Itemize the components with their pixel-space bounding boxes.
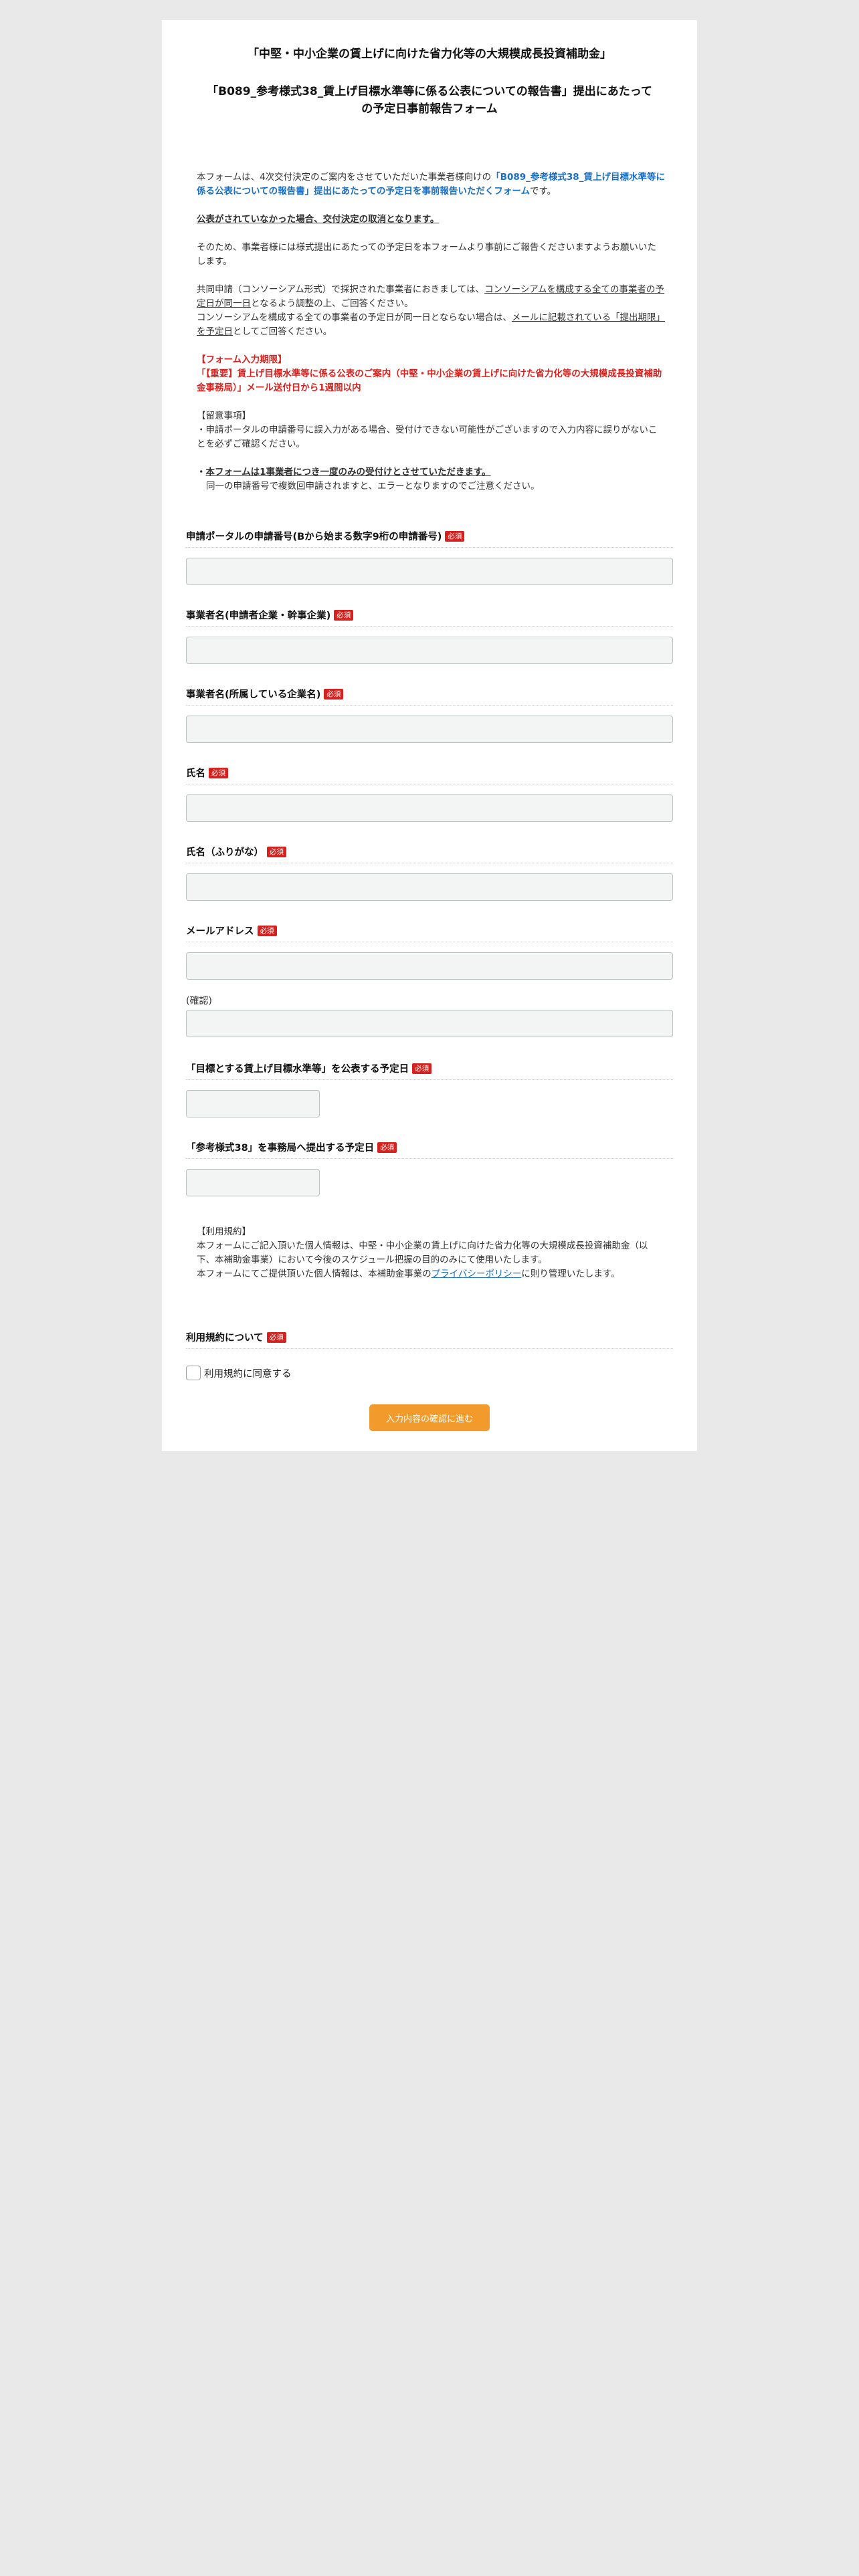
agree-checkbox-label[interactable]: 利用規約に同意する bbox=[204, 1366, 292, 1380]
email-confirm-label: (確認) bbox=[186, 996, 212, 1006]
required-badge: 必須 bbox=[209, 768, 228, 778]
required-badge: 必須 bbox=[334, 610, 354, 621]
required-badge: 必須 bbox=[412, 1063, 432, 1074]
field-label-application-number: 申請ポータルの申請番号(Bから始まる数字9桁の申請番号) 必須 bbox=[186, 530, 673, 548]
application-number-input[interactable] bbox=[186, 558, 673, 585]
publish-date-input[interactable] bbox=[186, 1090, 320, 1117]
confirm-submit-button[interactable]: 入力内容の確認に進む bbox=[369, 1404, 490, 1431]
email-confirm-input[interactable] bbox=[186, 1010, 673, 1037]
cancel-warning: 公表がされていなかった場合、交付決定の取消となります。 bbox=[197, 214, 440, 225]
email-input[interactable] bbox=[186, 952, 673, 980]
name-kana-input[interactable] bbox=[186, 873, 673, 901]
required-badge: 必須 bbox=[377, 1142, 397, 1153]
required-badge: 必須 bbox=[324, 689, 344, 700]
field-label-name-kana: 氏名（ふりがな） 必須 bbox=[186, 845, 673, 863]
field-label-terms-agreement: 利用規約について 必須 bbox=[186, 1331, 673, 1349]
terms-text: 【利用規約】 本フォームにご記入頂いた個人情報は、中堅・中小企業の賃上げに向けた… bbox=[197, 1226, 648, 1279]
name-input[interactable] bbox=[186, 794, 673, 822]
affiliated-company-input[interactable] bbox=[186, 716, 673, 743]
required-badge: 必須 bbox=[445, 531, 465, 542]
form-title: 「中堅・中小企業の賃上げに向けた省力化等の大規模成長投資補助金」 「B089_参… bbox=[207, 47, 652, 116]
field-label-company-name: 事業者名(申請者企業・幹事企業) 必須 bbox=[186, 609, 673, 627]
field-label-submit-date: 「参考様式38」を事務局へ提出する予定日 必須 bbox=[186, 1141, 673, 1159]
company-name-input[interactable] bbox=[186, 637, 673, 664]
field-label-email: メールアドレス 必須 bbox=[186, 924, 673, 942]
intro-text: 本フォームは、4次交付決定のご案内をさせていただいた事業者様向けの「B089_参… bbox=[197, 172, 665, 492]
form-card: 「中堅・中小企業の賃上げに向けた省力化等の大規模成長投資補助金」 「B089_参… bbox=[162, 20, 697, 1451]
deadline-title: 【フォーム入力期限】 bbox=[197, 354, 287, 365]
privacy-policy-link[interactable]: プライバシーポリシー bbox=[432, 1269, 522, 1279]
deadline-body: 「【重要】賃上げ目標水準等に係る公表のご案内（中堅・中小企業の賃上げに向けた省力… bbox=[197, 368, 662, 393]
submit-date-input[interactable] bbox=[186, 1169, 320, 1196]
required-badge: 必須 bbox=[257, 926, 277, 936]
agree-checkbox-row[interactable]: 利用規約に同意する bbox=[186, 1366, 292, 1380]
required-badge: 必須 bbox=[267, 847, 286, 857]
agree-checkbox[interactable] bbox=[186, 1366, 201, 1380]
field-label-publish-date: 「目標とする賃上げ目標水準等」を公表する予定日 必須 bbox=[186, 1062, 673, 1080]
field-label-name: 氏名 必須 bbox=[186, 766, 673, 784]
field-label-affiliated-company: 事業者名(所属している企業名) 必須 bbox=[186, 687, 673, 706]
required-badge: 必須 bbox=[266, 1332, 286, 1343]
